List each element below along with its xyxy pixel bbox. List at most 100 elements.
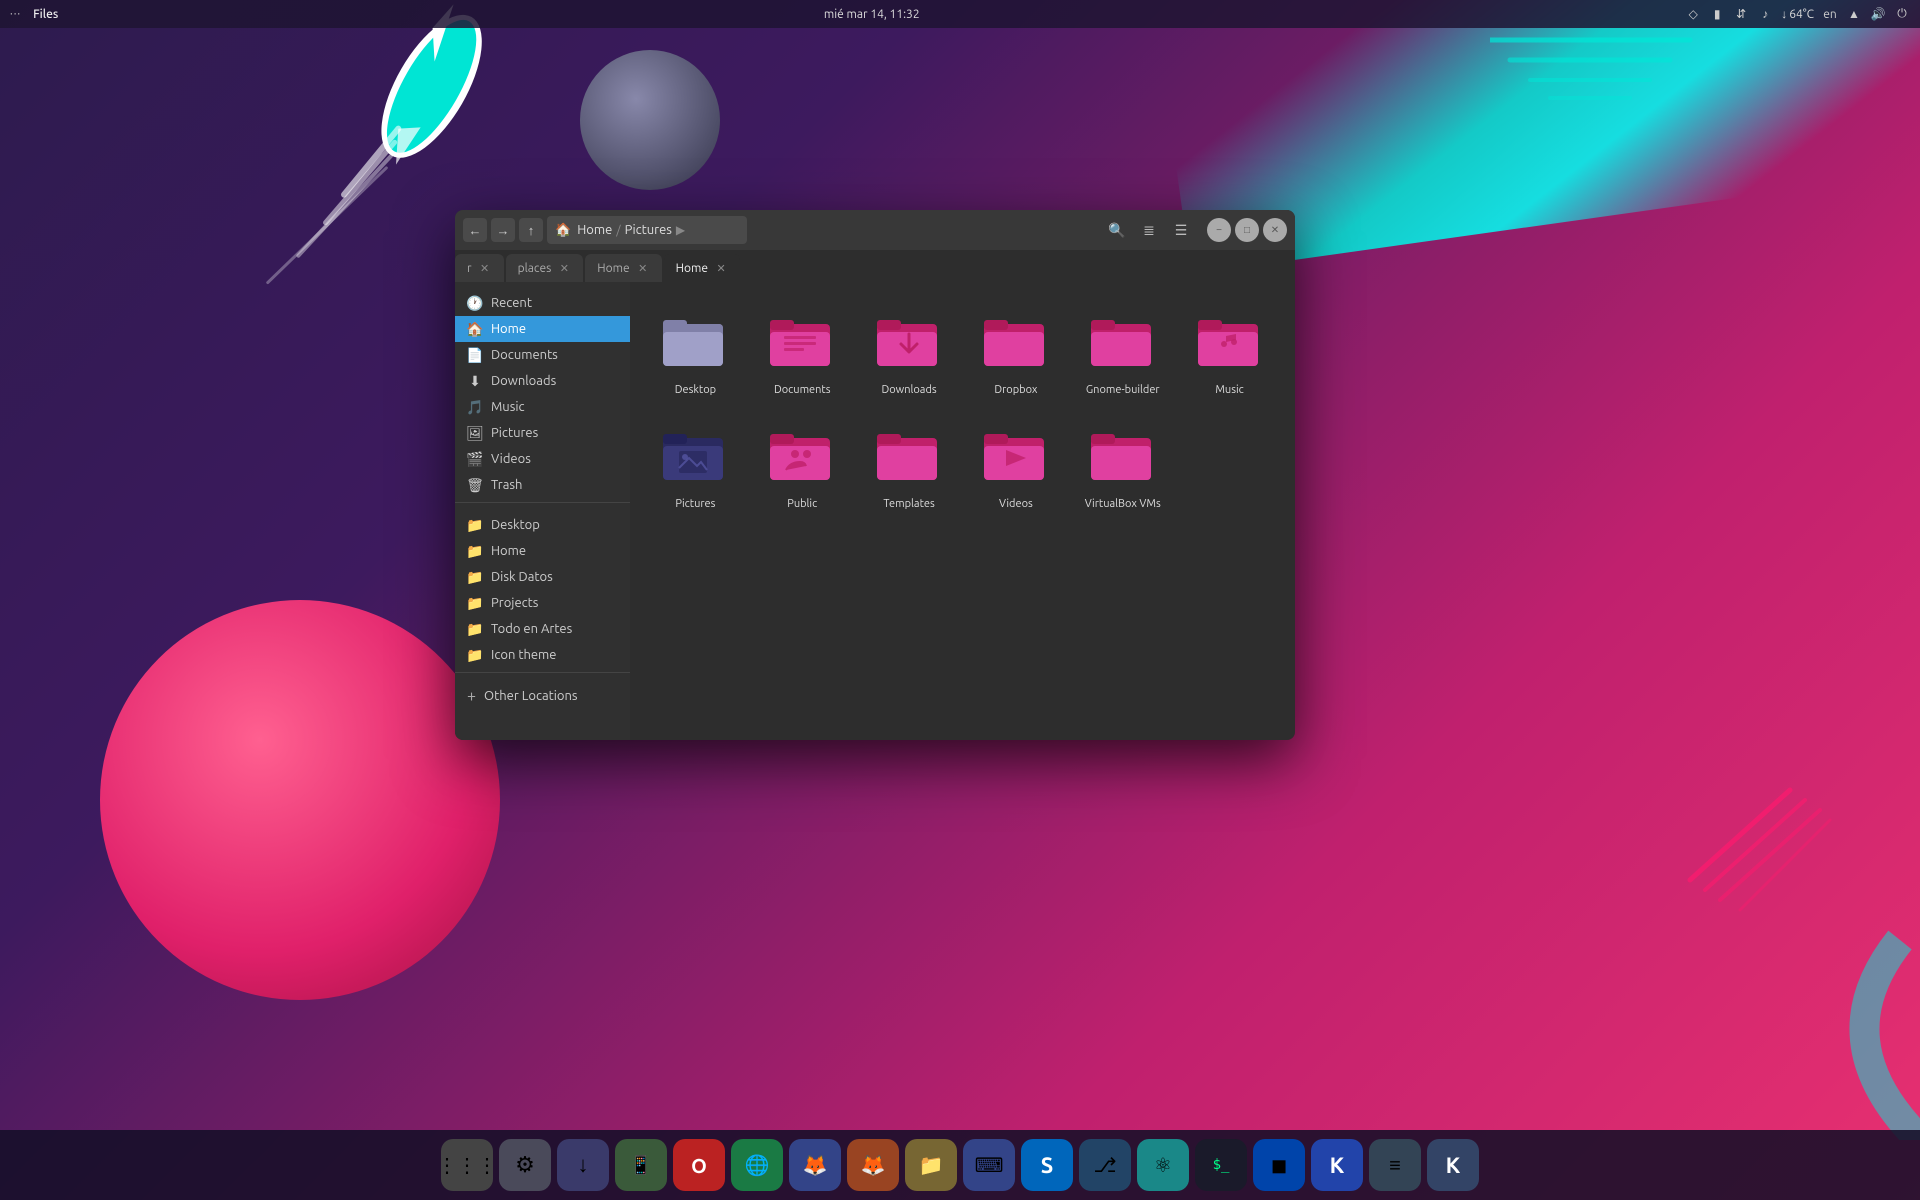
file-name-documents: Documents (774, 384, 831, 396)
dock-opera[interactable]: O (673, 1139, 725, 1191)
breadcrumb-bar[interactable]: 🏠 Home / Pictures ▶ (547, 216, 747, 244)
sidebar-item-other-locations[interactable]: + Other Locations (455, 682, 630, 710)
sidebar-item-documents[interactable]: 📄 Documents (455, 342, 630, 368)
dock-taskwarrior[interactable]: ≡ (1369, 1139, 1421, 1191)
sidebar-item-downloads[interactable]: ⬇ Downloads (455, 368, 630, 394)
sidebar-item-videos[interactable]: 🎬 Videos (455, 446, 630, 472)
file-item-public[interactable]: Public (753, 412, 852, 518)
dock: ⋮⋮⋮ ⚙ ↓ 📱 O 🌐 🦊 🦊 📁 ⌨ S ⎇ ⚛ $_ ◼ K ≡ K (0, 1130, 1920, 1200)
tab-places[interactable]: places ✕ (506, 254, 584, 282)
dock-skype[interactable]: S (1021, 1139, 1073, 1191)
dock-firefox-dev[interactable]: 🦊 (789, 1139, 841, 1191)
forward-button[interactable]: → (491, 218, 515, 242)
volume-icon[interactable]: 🔊 (1870, 6, 1886, 22)
up-button[interactable]: ↑ (519, 218, 543, 242)
sidebar-label-todo: Todo en Artes (491, 622, 572, 636)
sidebar-item-music[interactable]: 🎵 Music (455, 394, 630, 420)
audio-icon[interactable]: ♪ (1757, 6, 1773, 22)
dock-terminal[interactable]: $_ (1195, 1139, 1247, 1191)
folder-icon-desktop (659, 306, 731, 378)
file-item-dropbox[interactable]: Dropbox (967, 298, 1066, 404)
file-item-videos[interactable]: Videos (967, 412, 1066, 518)
dock-devhelp[interactable]: ⌨ (963, 1139, 1015, 1191)
tab-0-close[interactable]: ✕ (478, 261, 492, 275)
sidebar-item-pictures[interactable]: 🖼 Pictures (455, 420, 630, 446)
folder-icon-downloads (873, 306, 945, 378)
sidebar-item-trash[interactable]: 🗑 Trash (455, 472, 630, 498)
dock-krita[interactable]: K (1311, 1139, 1363, 1191)
tabs-bar: r ✕ places ✕ Home ✕ Home ✕ (455, 250, 1295, 282)
sidebar-item-home2[interactable]: 📁 Home (455, 538, 630, 564)
network-icon[interactable]: ⇵ (1733, 6, 1749, 22)
tab-home-active-close[interactable]: ✕ (714, 261, 728, 275)
pink-sphere (100, 600, 500, 1000)
close-button[interactable]: ✕ (1263, 218, 1287, 242)
power-icon[interactable]: ⏻ (1894, 6, 1910, 22)
sidebar: 🕐 Recent 🏠 Home 📄 Documents ⬇ Downloads … (455, 282, 630, 740)
file-item-desktop[interactable]: Desktop (646, 298, 745, 404)
file-grid: Desktop Documents (630, 282, 1295, 740)
sidebar-item-desktop[interactable]: 📁 Desktop (455, 512, 630, 538)
sidebar-label-downloads: Downloads (491, 374, 556, 388)
dock-settings[interactable]: ⚙ (499, 1139, 551, 1191)
file-item-virtualbox[interactable]: VirtualBox VMs (1073, 412, 1172, 518)
header-actions: 🔍 ≣ ☰ (1103, 216, 1195, 244)
tab-places-close[interactable]: ✕ (557, 261, 571, 275)
minimize-button[interactable]: − (1207, 218, 1231, 242)
file-name-templates: Templates (883, 498, 934, 510)
sidebar-item-projects[interactable]: 📁 Projects (455, 590, 630, 616)
file-name-virtualbox: VirtualBox VMs (1085, 498, 1161, 510)
topbar-appname: Files (33, 8, 58, 21)
dock-git[interactable]: ⎇ (1079, 1139, 1131, 1191)
dock-blue[interactable]: ◼ (1253, 1139, 1305, 1191)
sidebar-label-projects: Projects (491, 596, 538, 610)
projects-icon: 📁 (467, 595, 483, 611)
file-item-gnome-builder[interactable]: Gnome-builder (1073, 298, 1172, 404)
breadcrumb-home[interactable]: Home (577, 223, 612, 237)
file-item-documents[interactable]: Documents (753, 298, 852, 404)
sidebar-item-icon-theme[interactable]: 📁 Icon theme (455, 642, 630, 668)
sidebar-item-todo[interactable]: 📁 Todo en Artes (455, 616, 630, 642)
downloads-icon: ⬇ (467, 373, 483, 389)
music-icon: 🎵 (467, 399, 483, 415)
tab-0[interactable]: r ✕ (455, 254, 504, 282)
header-bar: ← → ↑ 🏠 Home / Pictures ▶ 🔍 ≣ ☰ − □ ✕ (455, 210, 1295, 250)
tab-home1-label: Home (597, 262, 629, 275)
wifi-icon[interactable]: ▲ (1846, 6, 1862, 22)
sidebar-label-disk-datos: Disk Datos (491, 570, 553, 584)
file-item-downloads[interactable]: Downloads (860, 298, 959, 404)
tab-home-active[interactable]: Home ✕ (664, 254, 740, 282)
dock-chrome[interactable]: 🌐 (731, 1139, 783, 1191)
file-item-pictures[interactable]: Pictures (646, 412, 745, 518)
sidebar-item-home[interactable]: 🏠 Home (455, 316, 630, 342)
file-item-music[interactable]: Music (1180, 298, 1279, 404)
topbar-dots[interactable]: ··· (10, 8, 21, 20)
breadcrumb-sub[interactable]: Pictures (625, 223, 672, 237)
videos-icon: 🎬 (467, 451, 483, 467)
dock-firefox[interactable]: 🦊 (847, 1139, 899, 1191)
breadcrumb-home-icon: 🏠 (555, 223, 571, 238)
locale-icon[interactable]: en (1822, 6, 1838, 22)
sidebar-label-videos: Videos (491, 452, 531, 466)
dock-kdenlive[interactable]: K (1427, 1139, 1479, 1191)
view-menu-button[interactable]: ☰ (1167, 216, 1195, 244)
file-item-templates[interactable]: Templates (860, 412, 959, 518)
view-list-button[interactable]: ≣ (1135, 216, 1163, 244)
sidebar-label-pictures: Pictures (491, 426, 538, 440)
disk-datos-icon: 📁 (467, 569, 483, 585)
dock-install[interactable]: ↓ (557, 1139, 609, 1191)
sidebar-item-recent[interactable]: 🕐 Recent (455, 290, 630, 316)
dock-atom[interactable]: ⚛ (1137, 1139, 1189, 1191)
maximize-button[interactable]: □ (1235, 218, 1259, 242)
dropbox-icon[interactable]: ◇ (1685, 6, 1701, 22)
dock-apps[interactable]: ⋮⋮⋮ (441, 1139, 493, 1191)
tab-home1[interactable]: Home ✕ (585, 254, 661, 282)
folder-icon-public (766, 420, 838, 492)
dock-files[interactable]: 📁 (905, 1139, 957, 1191)
sidebar-item-disk-datos[interactable]: 📁 Disk Datos (455, 564, 630, 590)
search-button[interactable]: 🔍 (1103, 216, 1131, 244)
dock-phone[interactable]: 📱 (615, 1139, 667, 1191)
back-button[interactable]: ← (463, 218, 487, 242)
window-controls: − □ ✕ (1207, 218, 1287, 242)
tab-home1-close[interactable]: ✕ (636, 261, 650, 275)
